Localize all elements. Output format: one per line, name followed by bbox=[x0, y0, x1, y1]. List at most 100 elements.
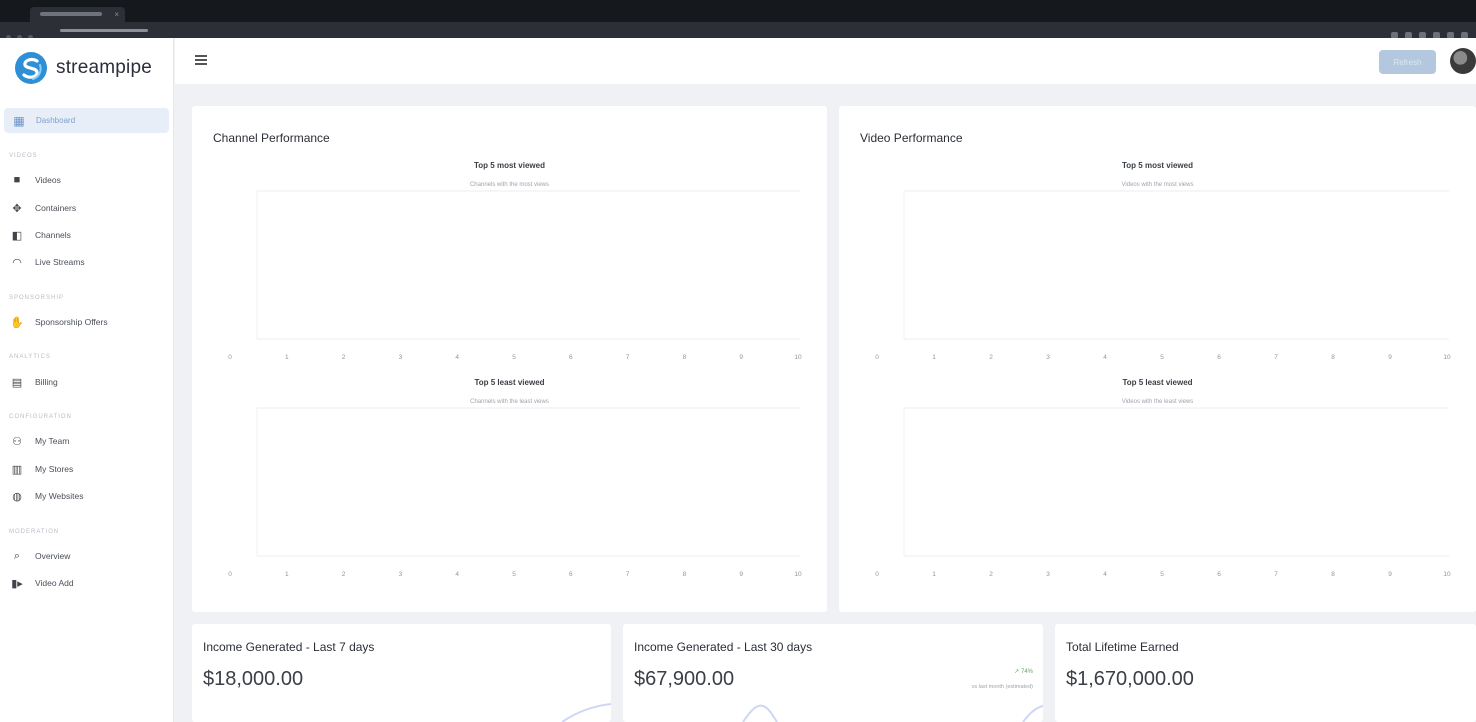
sidebar-item-my-team[interactable]: ⚇ My Team bbox=[9, 433, 169, 449]
header-action-button[interactable]: Refresh bbox=[1379, 50, 1436, 74]
x-tick-label: 6 bbox=[1217, 571, 1221, 578]
app-name: streampipe bbox=[56, 57, 152, 78]
x-tick-label: 7 bbox=[1274, 354, 1278, 361]
sidebar-item-label: Video Add bbox=[35, 578, 74, 588]
video-least-viewed-chart: Top 5 least viewed Videos with the least… bbox=[839, 378, 1476, 583]
x-tick-label: 8 bbox=[1331, 571, 1335, 578]
x-tick-label: 9 bbox=[1388, 571, 1392, 578]
channels-icon: ◧ bbox=[11, 229, 23, 242]
sidebar-item-billing[interactable]: ▤ Billing bbox=[9, 374, 169, 390]
income-7-days-card: Income Generated - Last 7 days $18,000.0… bbox=[192, 624, 611, 722]
sidebar-item-label: Overview bbox=[35, 551, 71, 561]
app-logo[interactable]: streampipe bbox=[14, 50, 152, 86]
browser-tab-strip: × bbox=[0, 0, 1476, 22]
card-title: Video Performance bbox=[860, 131, 963, 145]
sidebar-item-my-stores[interactable]: ▥ My Stores bbox=[9, 461, 169, 477]
close-icon[interactable]: × bbox=[114, 10, 119, 19]
chart-subtitle: Videos with the most views bbox=[1121, 182, 1194, 188]
store-icon: ▥ bbox=[11, 463, 23, 476]
x-tick-label: 10 bbox=[794, 571, 802, 578]
sidebar-item-sponsorship-offers[interactable]: ✋ Sponsorship Offers bbox=[9, 314, 169, 330]
channel-most-viewed-chart: Top 5 most viewed Channels with the most… bbox=[192, 161, 827, 366]
x-tick-label: 8 bbox=[683, 354, 687, 361]
team-icon: ⚇ bbox=[12, 435, 22, 448]
sidebar-item-label: Sponsorship Offers bbox=[35, 317, 108, 327]
section-label-analytics: Analytics bbox=[9, 354, 51, 360]
sidebar-item-my-websites[interactable]: ◍ My Websites bbox=[9, 488, 169, 504]
chart-subtitle: Channels with the most views bbox=[469, 182, 550, 188]
x-tick-label: 1 bbox=[285, 571, 289, 578]
live-icon: ◠ bbox=[12, 256, 22, 269]
browser-toolbar bbox=[0, 22, 1476, 40]
x-tick-label: 1 bbox=[932, 571, 936, 578]
x-tick-label: 4 bbox=[1103, 571, 1107, 578]
video-performance-card: Video Performance Top 5 most viewed Vide… bbox=[839, 106, 1476, 612]
x-tick-label: 9 bbox=[739, 571, 743, 578]
sidebar-item-label: My Stores bbox=[35, 464, 74, 474]
x-tick-label: 5 bbox=[512, 571, 516, 578]
chart-title: Top 5 most viewed bbox=[1122, 161, 1193, 170]
x-tick-label: 2 bbox=[989, 571, 993, 578]
browser-nav-buttons[interactable] bbox=[6, 27, 42, 40]
chart-subtitle: Videos with the least views bbox=[1121, 399, 1194, 405]
browser-tab-title bbox=[40, 12, 102, 16]
x-tick-label: 9 bbox=[739, 354, 743, 361]
globe-icon: ◍ bbox=[12, 490, 22, 503]
sidebar-item-label: Dashboard bbox=[36, 116, 76, 125]
x-tick-label: 9 bbox=[1388, 354, 1392, 361]
x-tick-label: 8 bbox=[1331, 354, 1335, 361]
channel-least-viewed-chart: Top 5 least viewed Channels with the lea… bbox=[192, 378, 827, 583]
lifetime-earned-card: Total Lifetime Earned $1,670,000.00 bbox=[1055, 624, 1476, 722]
channel-performance-card: Channel Performance Top 5 most viewed Ch… bbox=[192, 106, 827, 612]
x-tick-label: 4 bbox=[1103, 354, 1107, 361]
x-tick-label: 10 bbox=[1443, 571, 1451, 578]
sidebar-item-dashboard[interactable]: ▦ Dashboard bbox=[4, 108, 169, 133]
section-label-configuration: Configuration bbox=[9, 414, 72, 420]
sidebar-item-video-add[interactable]: ▮▸ Video Add bbox=[9, 575, 169, 591]
section-label-moderation: Moderation bbox=[9, 529, 60, 535]
sidebar-item-containers[interactable]: ✥ Containers bbox=[9, 200, 169, 216]
video-add-icon: ▮▸ bbox=[11, 577, 23, 590]
x-tick-label: 6 bbox=[569, 571, 573, 578]
sidebar-item-label: Channels bbox=[35, 230, 71, 240]
x-tick-label: 5 bbox=[1160, 571, 1164, 578]
address-bar[interactable] bbox=[48, 26, 1348, 35]
sidebar: streampipe ▦ Dashboard Videos ■ Videos ✥… bbox=[0, 38, 174, 722]
section-label-videos: Videos bbox=[9, 153, 38, 159]
x-tick-label: 0 bbox=[228, 571, 232, 578]
grid-icon: ▦ bbox=[13, 113, 25, 128]
x-tick-label: 2 bbox=[342, 571, 346, 578]
sidebar-item-live-streams[interactable]: ◠ Live Streams bbox=[9, 254, 169, 270]
x-tick-label: 4 bbox=[455, 571, 459, 578]
x-tick-label: 10 bbox=[1443, 354, 1451, 361]
browser-extensions[interactable] bbox=[1384, 26, 1468, 39]
sidebar-item-label: Live Streams bbox=[35, 257, 85, 267]
stat-value: $1,670,000.00 bbox=[1066, 668, 1194, 690]
sidebar-item-overview[interactable]: ⌕ Overview bbox=[9, 548, 169, 564]
sidebar-item-label: Billing bbox=[35, 377, 58, 387]
chart-plot: 0 1 2 3 4 5 6 7 8 9 10 bbox=[228, 190, 802, 361]
chart-plot: 0 1 2 3 4 5 6 7 8 9 10 bbox=[228, 407, 802, 578]
sidebar-item-channels[interactable]: ◧ Channels bbox=[9, 227, 169, 243]
x-tick-label: 7 bbox=[626, 354, 630, 361]
income-30-days-card: Income Generated - Last 30 days $67,900.… bbox=[623, 624, 1043, 722]
x-tick-label: 8 bbox=[683, 571, 687, 578]
hamburger-menu-icon[interactable] bbox=[195, 55, 207, 65]
sidebar-item-videos[interactable]: ■ Videos bbox=[9, 172, 169, 188]
x-tick-label: 2 bbox=[989, 354, 993, 361]
x-tick-label: 7 bbox=[1274, 571, 1278, 578]
video-most-viewed-chart: Top 5 most viewed Videos with the most v… bbox=[839, 161, 1476, 366]
streampipe-logo-icon bbox=[15, 52, 47, 84]
browser-tab[interactable]: × bbox=[30, 7, 125, 22]
x-tick-label: 10 bbox=[794, 354, 802, 361]
user-avatar[interactable] bbox=[1450, 48, 1476, 74]
sparkline bbox=[742, 704, 1043, 722]
x-tick-label: 0 bbox=[228, 354, 232, 361]
billing-icon: ▤ bbox=[11, 376, 23, 389]
sidebar-item-label: My Team bbox=[35, 436, 70, 446]
x-tick-label: 6 bbox=[569, 354, 573, 361]
x-tick-label: 7 bbox=[626, 571, 630, 578]
x-tick-label: 5 bbox=[512, 354, 516, 361]
x-tick-label: 3 bbox=[1046, 571, 1050, 578]
x-tick-label: 1 bbox=[932, 354, 936, 361]
